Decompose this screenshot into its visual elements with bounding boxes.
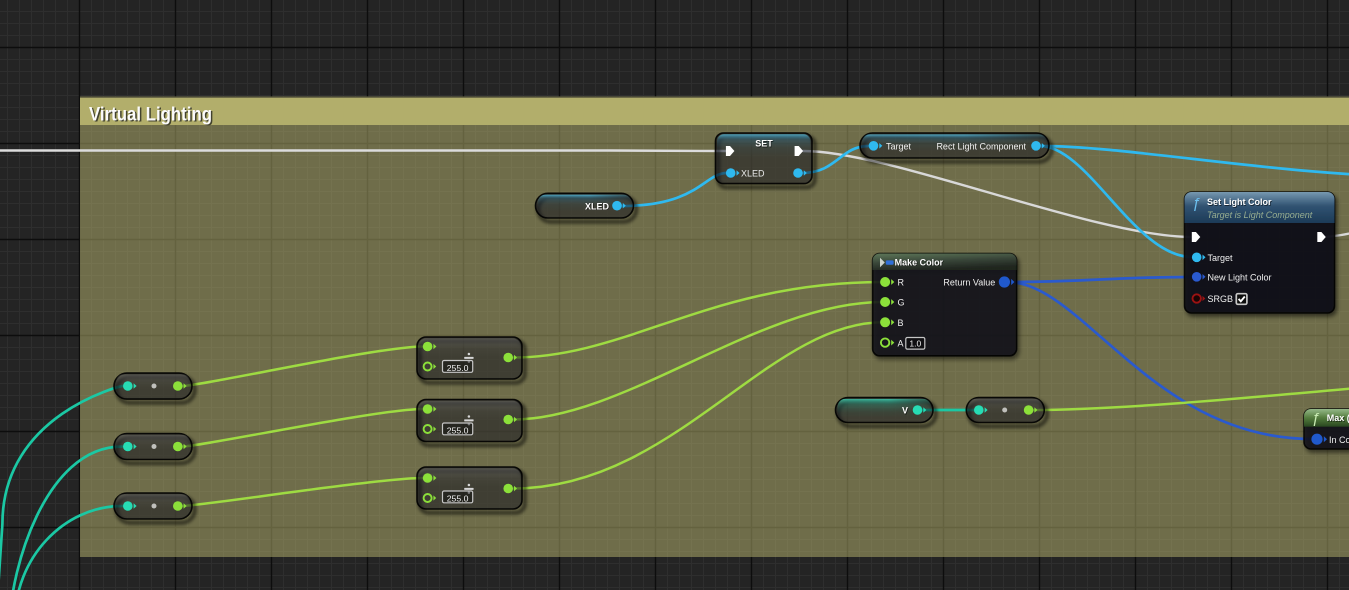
svg-text:XLED: XLED [741,169,765,179]
svg-text:Max (F: Max (F [1327,413,1349,423]
svg-text:255.0: 255.0 [447,363,469,373]
svg-text:255.0: 255.0 [447,426,469,436]
svg-text:In Colo: In Colo [1329,435,1349,445]
svg-text:Rect Light Component: Rect Light Component [936,142,1026,152]
svg-text:SET: SET [755,139,773,149]
svg-text:Return Value: Return Value [943,278,995,288]
svg-text:Target: Target [1208,253,1234,263]
svg-text:Virtual Lighting: Virtual Lighting [89,104,212,125]
svg-text:B: B [898,318,904,328]
svg-text:Make Color: Make Color [895,257,944,267]
svg-text:XLED: XLED [585,201,610,211]
svg-text:G: G [898,298,905,308]
svg-text:ƒ: ƒ [1312,410,1320,427]
svg-text:ƒ: ƒ [1192,195,1200,212]
svg-text:Target is Light Component: Target is Light Component [1207,210,1313,220]
svg-text:Target: Target [886,142,912,152]
svg-text:255.0: 255.0 [447,494,469,504]
svg-text:Set Light Color: Set Light Color [1207,197,1272,207]
svg-text:SRGB: SRGB [1208,294,1234,304]
svg-text:New Light Color: New Light Color [1208,272,1272,282]
svg-text:1.0: 1.0 [909,339,921,349]
svg-text:A: A [898,338,904,348]
svg-text:R: R [898,278,905,288]
svg-text:V: V [902,406,908,416]
